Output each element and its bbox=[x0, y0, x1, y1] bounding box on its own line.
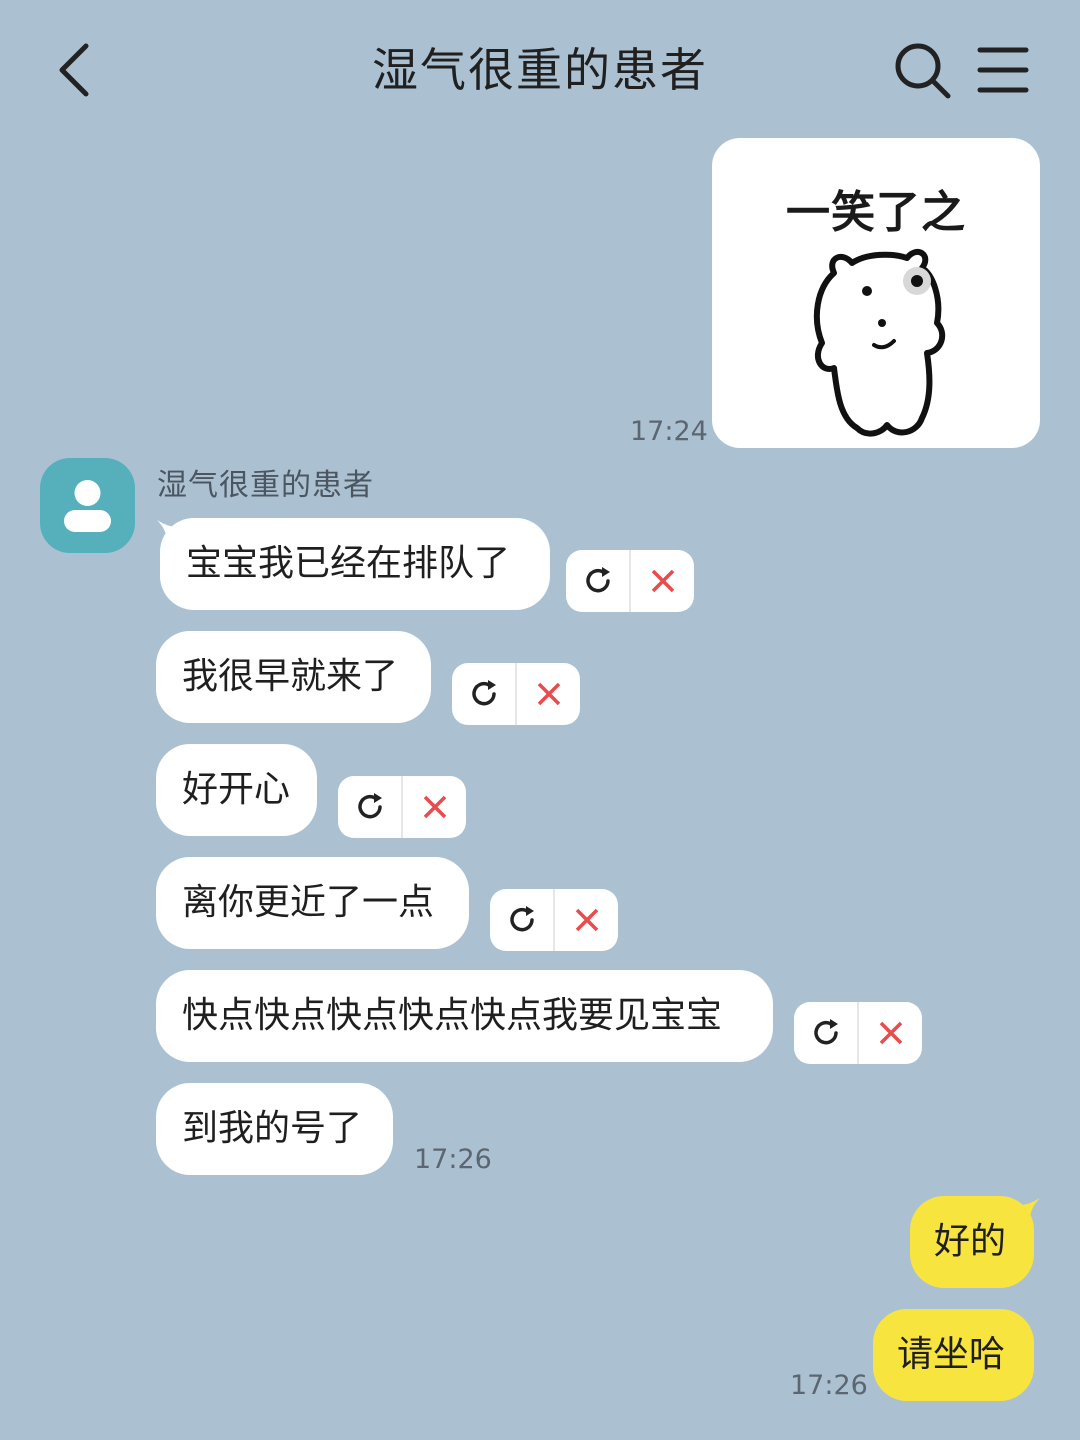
outgoing-message[interactable]: 请坐哈 bbox=[873, 1309, 1034, 1401]
search-button[interactable] bbox=[890, 38, 956, 104]
top-bar: 湿气很重的患者 bbox=[0, 0, 1080, 130]
timestamp: 17:24 bbox=[630, 416, 708, 447]
resend-button[interactable] bbox=[566, 550, 631, 612]
bear-sticker-image bbox=[813, 249, 946, 437]
resend-button[interactable] bbox=[452, 663, 517, 725]
sticker-caption: 一笑了之 bbox=[786, 187, 966, 238]
incoming-message[interactable]: 快点快点快点快点快点我要见宝宝 bbox=[156, 970, 773, 1062]
incoming-message[interactable]: 宝宝我已经在排队了 bbox=[160, 518, 550, 610]
sticker-message[interactable]: 一笑了之 bbox=[712, 138, 1040, 448]
incoming-message[interactable]: 到我的号了 bbox=[156, 1083, 393, 1175]
delete-button[interactable] bbox=[555, 889, 618, 951]
refresh-icon bbox=[357, 793, 382, 819]
close-icon bbox=[423, 795, 446, 819]
close-icon bbox=[879, 1021, 902, 1045]
outgoing-message[interactable]: 好的 bbox=[910, 1196, 1034, 1288]
refresh-icon bbox=[471, 680, 496, 706]
sender-name: 湿气很重的患者 bbox=[157, 468, 374, 503]
close-icon bbox=[575, 908, 598, 932]
refresh-icon bbox=[585, 567, 610, 593]
close-icon bbox=[537, 682, 560, 706]
failed-message-actions bbox=[452, 663, 580, 725]
timestamp: 17:26 bbox=[790, 1370, 868, 1401]
refresh-icon bbox=[509, 906, 534, 932]
delete-button[interactable] bbox=[859, 1002, 922, 1064]
menu-icon bbox=[977, 47, 1029, 93]
delete-button[interactable] bbox=[517, 663, 580, 725]
failed-message-actions bbox=[794, 1002, 922, 1064]
refresh-icon bbox=[813, 1019, 838, 1045]
incoming-message[interactable]: 好开心 bbox=[156, 744, 317, 836]
resend-button[interactable] bbox=[490, 889, 555, 951]
timestamp: 17:26 bbox=[414, 1144, 492, 1175]
resend-button[interactable] bbox=[338, 776, 403, 838]
person-icon bbox=[64, 480, 111, 532]
delete-button[interactable] bbox=[403, 776, 466, 838]
incoming-message[interactable]: 我很早就来了 bbox=[156, 631, 431, 723]
failed-message-actions bbox=[490, 889, 618, 951]
search-icon bbox=[895, 43, 951, 99]
resend-button[interactable] bbox=[794, 1002, 859, 1064]
failed-message-actions bbox=[566, 550, 694, 612]
delete-button[interactable] bbox=[631, 550, 694, 612]
incoming-message[interactable]: 离你更近了一点 bbox=[156, 857, 469, 949]
close-icon bbox=[651, 569, 674, 593]
menu-button[interactable] bbox=[970, 38, 1036, 104]
failed-message-actions bbox=[338, 776, 466, 838]
contact-avatar[interactable] bbox=[40, 458, 135, 553]
